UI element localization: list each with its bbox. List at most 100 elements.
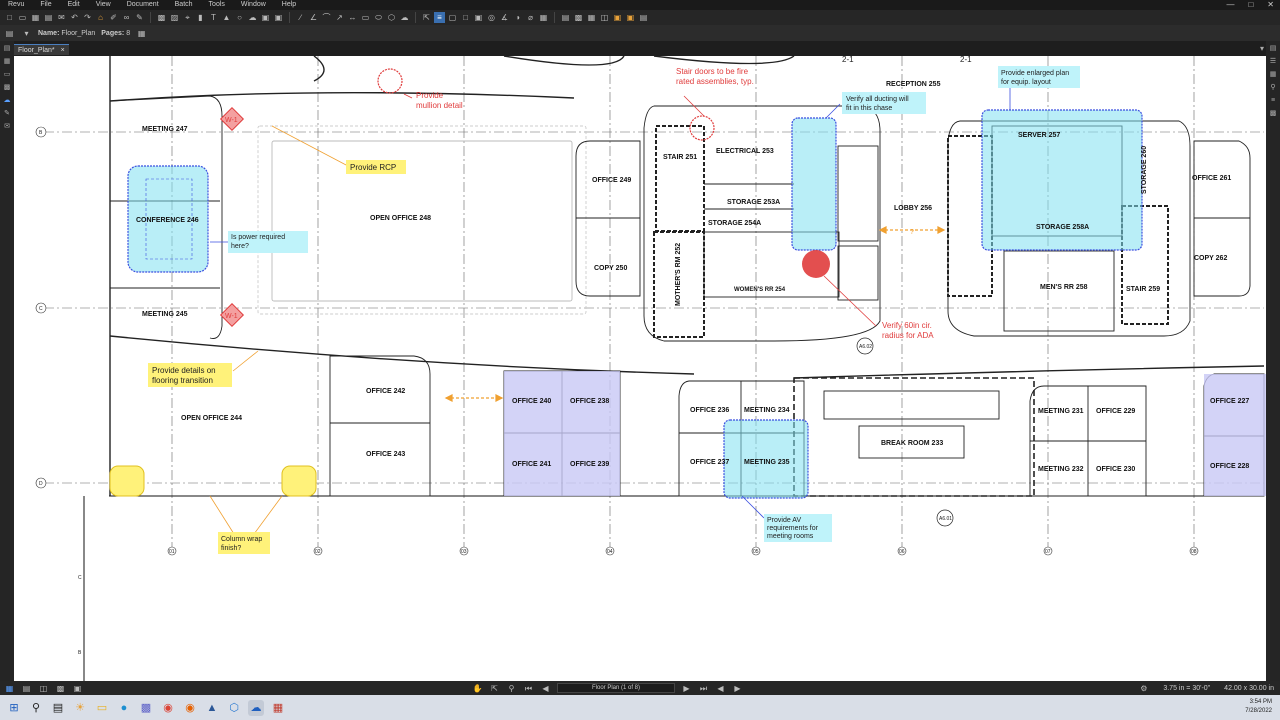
overlay-icon[interactable]: ▩ xyxy=(573,12,584,23)
name-value[interactable]: Floor_Plan xyxy=(61,30,95,37)
sync-icon[interactable]: ▩ xyxy=(55,683,66,694)
select-icon[interactable]: ⇱ xyxy=(421,12,432,23)
menu-revu[interactable]: Revu xyxy=(0,0,32,10)
layers-icon[interactable]: ▩ xyxy=(3,83,12,92)
polygon-icon[interactable]: ⬡ xyxy=(386,12,397,23)
bluebeam-stack-icon[interactable]: ▦ xyxy=(270,700,286,716)
task-view-icon[interactable]: ▤ xyxy=(50,700,66,716)
crop-icon[interactable]: ⌖ xyxy=(182,12,193,23)
open-folder-icon[interactable]: ▭ xyxy=(17,12,28,23)
note-av-requirements[interactable]: Provide AV requirements for meeting room… xyxy=(764,514,832,542)
note-power-required[interactable]: Is power required here? xyxy=(228,231,308,253)
tab-floor-plan[interactable]: Floor_Plan* × xyxy=(14,44,69,55)
circle-icon[interactable]: ○ xyxy=(234,12,245,23)
close-tab-icon[interactable]: × xyxy=(61,47,65,54)
paste-icon[interactable]: ▨ xyxy=(169,12,180,23)
signatures-icon[interactable]: ✎ xyxy=(3,109,12,118)
menu-batch[interactable]: Batch xyxy=(167,0,201,10)
search-icon[interactable]: ⚲ xyxy=(1269,83,1278,92)
forward-view-icon[interactable]: ▶ xyxy=(732,683,743,694)
menu-view[interactable]: View xyxy=(88,0,119,10)
print-icon[interactable]: ▤ xyxy=(43,12,54,23)
sheet-icon[interactable]: ▦ xyxy=(586,12,597,23)
windows-start-icon[interactable]: ⊞ xyxy=(6,700,22,716)
snap-icon[interactable]: ▣ xyxy=(72,683,83,694)
count-icon[interactable]: ◎ xyxy=(486,12,497,23)
note-stair-doors[interactable]: Stair doors to be fire rated assemblies,… xyxy=(676,67,754,86)
text-icon[interactable]: T xyxy=(208,12,219,23)
back-view-icon[interactable]: ◀ xyxy=(715,683,726,694)
search-icon[interactable]: ⚲ xyxy=(28,700,44,716)
stamp-tool-icon[interactable]: ▣ xyxy=(625,12,636,23)
links-icon[interactable]: ✉ xyxy=(3,122,12,131)
file-explorer-icon[interactable]: ▭ xyxy=(94,700,110,716)
radius-icon[interactable]: ◑ xyxy=(512,12,523,23)
cloud-markups[interactable] xyxy=(109,68,1266,499)
w1-tags[interactable] xyxy=(219,106,245,328)
tab-overflow-icon[interactable]: ▾ xyxy=(1260,44,1264,53)
bookmarks-icon[interactable]: ▭ xyxy=(3,70,12,79)
note-ducting[interactable]: Verify all ducting will fit in this chas… xyxy=(842,92,926,114)
first-page-icon[interactable]: ⏮ xyxy=(523,683,534,694)
new-document-icon[interactable]: □ xyxy=(4,12,15,23)
document-icon[interactable]: ▤ xyxy=(4,28,15,39)
zoom-icon[interactable]: ⚲ xyxy=(506,683,517,694)
area-icon[interactable]: ▢ xyxy=(447,12,458,23)
cube-app-icon[interactable]: ⬡ xyxy=(226,700,242,716)
snapshot-icon[interactable]: ▣ xyxy=(273,12,284,23)
app-icon[interactable]: ▲ xyxy=(204,700,220,716)
perimeter-icon[interactable]: □ xyxy=(460,12,471,23)
arc-icon[interactable]: ⌒ xyxy=(321,12,332,23)
note-flooring-transition[interactable]: Provide details on flooring transition xyxy=(148,363,232,387)
panel-layout-icon[interactable]: ▤ xyxy=(21,683,32,694)
page-selector[interactable]: Floor Plan (1 of 8) xyxy=(557,683,675,693)
copy-icon[interactable]: ▩ xyxy=(156,12,167,23)
highlight-icon[interactable]: ▮ xyxy=(195,12,206,23)
line-icon[interactable]: ∕ xyxy=(295,12,306,23)
measurements-icon[interactable]: ≡ xyxy=(1269,96,1278,105)
markup-icon[interactable]: ✐ xyxy=(108,12,119,23)
widgets-icon[interactable]: ☀ xyxy=(72,700,88,716)
system-tray-clock[interactable]: 3:54 PM 7/28/2022 xyxy=(1245,698,1272,716)
calibrate-icon[interactable]: ▦ xyxy=(538,12,549,23)
chrome-icon[interactable]: ◉ xyxy=(160,700,176,716)
compare-icon[interactable]: ▤ xyxy=(560,12,571,23)
menu-file[interactable]: File xyxy=(32,0,59,10)
stamp-icon[interactable]: ▣ xyxy=(260,12,271,23)
grid-view-icon[interactable]: ▦ xyxy=(4,683,15,694)
maximize-icon[interactable]: □ xyxy=(1248,0,1253,10)
diameter-icon[interactable]: ⌀ xyxy=(525,12,536,23)
menu-help[interactable]: Help xyxy=(274,0,304,10)
link-icon[interactable]: ∞ xyxy=(121,12,132,23)
minimize-icon[interactable]: — xyxy=(1226,0,1234,10)
menu-tools[interactable]: Tools xyxy=(201,0,233,10)
chevron-down-icon[interactable]: ▾ xyxy=(21,28,32,39)
grid-icon[interactable]: ▦ xyxy=(3,57,12,66)
split-icon[interactable]: ◫ xyxy=(599,12,610,23)
sketch-icon[interactable]: ▣ xyxy=(612,12,623,23)
tool-chest-icon[interactable]: ▦ xyxy=(1269,70,1278,79)
rectangle-icon[interactable]: ▭ xyxy=(360,12,371,23)
edge-browser-icon[interactable]: ● xyxy=(116,700,132,716)
menu-edit[interactable]: Edit xyxy=(60,0,88,10)
floor-plan-drawing[interactable]: B C D 01 02 03 04 05 06 07 08 2-1 2-1 C … xyxy=(14,56,1266,681)
pan-hand-icon[interactable]: ✋ xyxy=(472,683,483,694)
measure-icon[interactable]: ≡ xyxy=(434,12,445,23)
sets-icon[interactable]: ▩ xyxy=(1269,109,1278,118)
signature-icon[interactable]: ▤ xyxy=(638,12,649,23)
split-view-icon[interactable]: ◫ xyxy=(38,683,49,694)
note-enlarged-plan[interactable]: Provide enlarged plan for equip. layout xyxy=(998,66,1080,88)
cloud-shape-icon[interactable]: ☁ xyxy=(399,12,410,23)
last-page-icon[interactable]: ⏭ xyxy=(698,683,709,694)
properties-icon[interactable]: ▤ xyxy=(1269,44,1278,53)
ada-circle-markup[interactable] xyxy=(802,250,830,278)
note-provide-rcp[interactable]: Provide RCP xyxy=(346,160,406,174)
settings-gear-icon[interactable]: ⚙ xyxy=(1138,683,1149,694)
volume-icon[interactable]: ▣ xyxy=(473,12,484,23)
studio-icon[interactable]: ☁ xyxy=(3,96,12,105)
note-column-wrap[interactable]: Column wrap finish? xyxy=(218,532,270,554)
ellipse-icon[interactable]: ⬭ xyxy=(373,12,384,23)
menu-window[interactable]: Window xyxy=(233,0,274,10)
callout-icon[interactable]: ▲ xyxy=(221,12,232,23)
close-icon[interactable]: ✕ xyxy=(1267,0,1274,10)
